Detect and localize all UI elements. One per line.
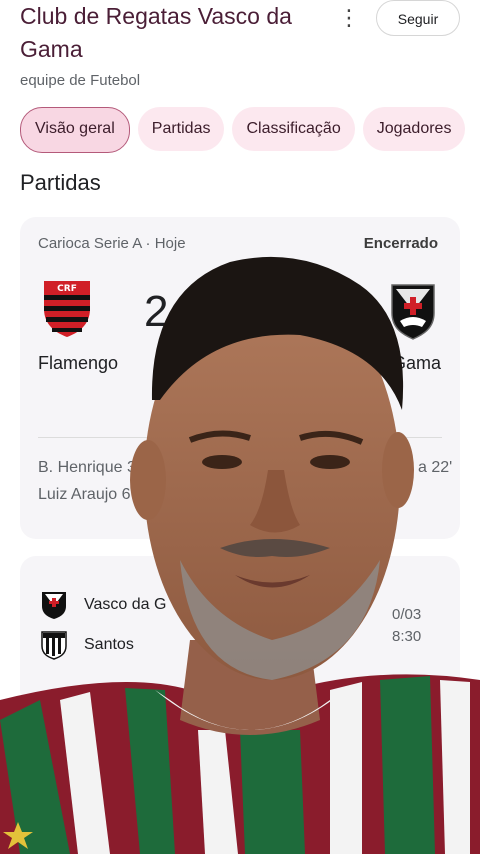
more-options-icon[interactable]: ⋮ <box>338 6 360 30</box>
tab-standings[interactable]: Classificação <box>232 107 355 151</box>
tab-overview[interactable]: Visão geral <box>20 107 130 153</box>
follow-button[interactable]: Seguir <box>376 0 460 36</box>
tab-chips: Visão geral Partidas Classificação Jogad… <box>20 107 480 153</box>
section-title: Partidas <box>20 170 101 195</box>
tab-players[interactable]: Jogadores <box>362 107 466 151</box>
team-title: Club de Regatas Vasco da Gama <box>20 3 292 62</box>
tab-matches[interactable]: Partidas <box>137 107 225 151</box>
person-video-overlay <box>0 256 480 854</box>
team-subtitle: equipe de Futebol <box>20 72 141 89</box>
